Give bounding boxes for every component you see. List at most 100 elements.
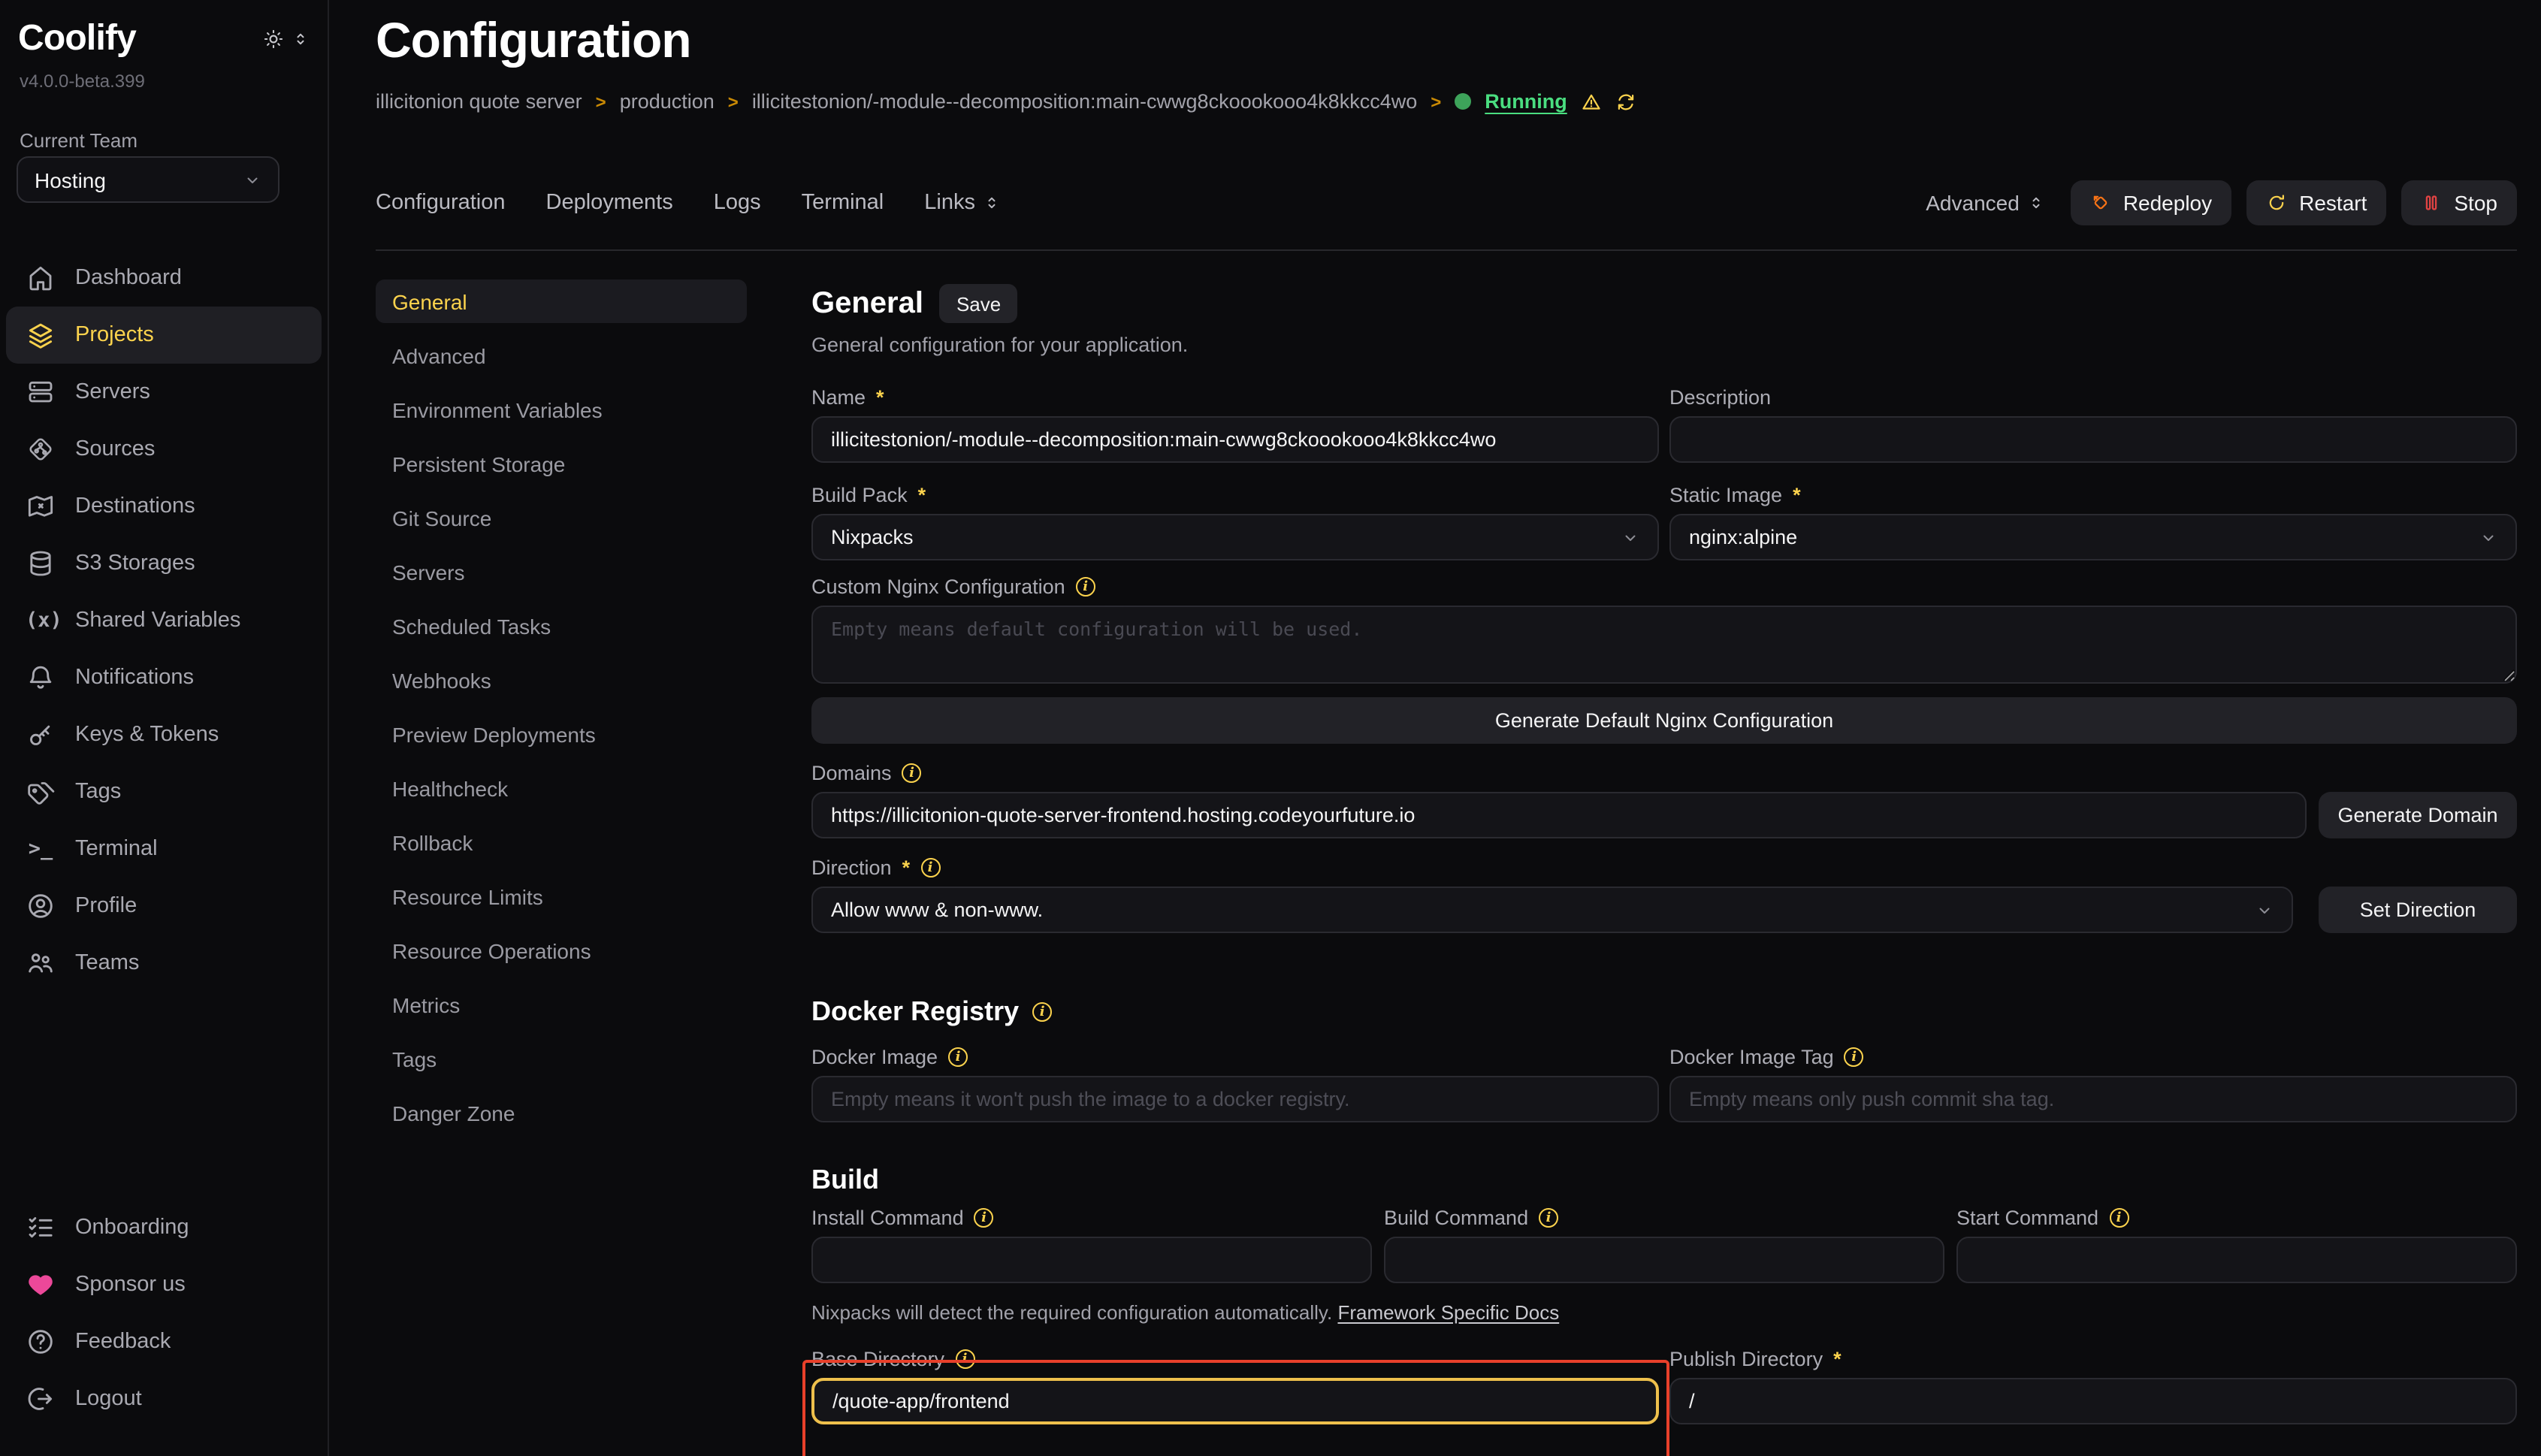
generate-nginx-config-button[interactable]: Generate Default Nginx Configuration: [811, 697, 2517, 744]
info-icon[interactable]: i: [1845, 1047, 1864, 1067]
warning-icon[interactable]: [1581, 91, 1602, 112]
subnav-item-servers[interactable]: Servers: [376, 550, 747, 594]
publish-directory-input[interactable]: [1669, 1378, 2517, 1424]
sidebar-item-profile[interactable]: Profile: [6, 878, 322, 935]
static-image-field-group: Static Image * nginx:alpine: [1669, 484, 2517, 560]
users-icon: [26, 948, 56, 978]
sidebar-item-label: Feedback: [75, 1330, 171, 1354]
tab-logs[interactable]: Logs: [714, 191, 761, 215]
sidebar-item-notifications[interactable]: Notifications: [6, 649, 322, 706]
docker-image-tag-label: Docker Image Tag i: [1669, 1046, 2517, 1068]
start-command-input[interactable]: [1956, 1237, 2517, 1283]
publish-directory-field-group: Publish Directory *: [1669, 1348, 2517, 1424]
build-pack-label: Build Pack *: [811, 484, 1659, 506]
team-select[interactable]: Hosting: [17, 156, 279, 203]
subnav-item-resource-limits[interactable]: Resource Limits: [376, 875, 747, 918]
info-icon[interactable]: i: [1539, 1208, 1558, 1228]
info-icon[interactable]: i: [2109, 1208, 2129, 1228]
restart-button[interactable]: Restart: [2246, 180, 2386, 225]
advanced-menu[interactable]: Advanced: [1926, 191, 2045, 215]
set-direction-button[interactable]: Set Direction: [2319, 887, 2517, 933]
selector-chevrons-icon: [292, 30, 310, 48]
tab-deployments[interactable]: Deployments: [546, 191, 673, 215]
subnav-item-general[interactable]: General: [376, 279, 747, 323]
info-icon[interactable]: i: [974, 1208, 994, 1228]
sidebar-item-label: Profile: [75, 894, 137, 918]
tab-links[interactable]: Links: [924, 191, 1001, 215]
subnav-item-webhooks[interactable]: Webhooks: [376, 658, 747, 702]
sidebar-item-label: Logout: [75, 1387, 142, 1411]
docker-image-input[interactable]: [811, 1076, 1659, 1122]
sidebar-item-keys-tokens[interactable]: Keys & Tokens: [6, 706, 322, 763]
info-icon[interactable]: i: [948, 1047, 968, 1067]
build-command-label: Build Command i: [1384, 1207, 1944, 1229]
subnav-item-git-source[interactable]: Git Source: [376, 496, 747, 539]
name-input[interactable]: [811, 416, 1659, 463]
save-button[interactable]: Save: [940, 284, 1017, 323]
sidebar-item-servers[interactable]: Servers: [6, 364, 322, 421]
subnav-item-resource-operations[interactable]: Resource Operations: [376, 929, 747, 972]
info-icon[interactable]: i: [920, 858, 940, 878]
subnav-item-scheduled-tasks[interactable]: Scheduled Tasks: [376, 604, 747, 648]
sidebar-nav: Dashboard Projects Servers Sources Desti…: [6, 249, 322, 992]
theme-switcher[interactable]: [263, 29, 310, 50]
base-directory-field-group: Base Directory i: [811, 1348, 1659, 1424]
sidebar-item-projects[interactable]: Projects: [6, 307, 322, 364]
base-directory-input[interactable]: [811, 1378, 1659, 1424]
framework-docs-link[interactable]: Framework Specific Docs: [1337, 1301, 1559, 1324]
server-icon: [26, 377, 56, 407]
static-image-select[interactable]: nginx:alpine: [1669, 514, 2517, 560]
sidebar-item-logout[interactable]: Logout: [6, 1370, 322, 1427]
breadcrumb-resource[interactable]: illicitestonion/-module--decomposition:m…: [752, 90, 1417, 113]
help-circle-icon: [26, 1327, 56, 1357]
key-icon: [26, 720, 56, 750]
tab-configuration[interactable]: Configuration: [376, 191, 506, 215]
subnav-item-danger-zone[interactable]: Danger Zone: [376, 1091, 747, 1134]
sidebar-item-onboarding[interactable]: Onboarding: [6, 1199, 322, 1256]
refresh-icon[interactable]: [1615, 91, 1636, 112]
tab-terminal[interactable]: Terminal: [802, 191, 884, 215]
redeploy-button[interactable]: Redeploy: [2071, 180, 2231, 225]
direction-select[interactable]: Allow www & non-www.: [811, 887, 2293, 933]
build-pack-select[interactable]: Nixpacks: [811, 514, 1659, 560]
build-command-input[interactable]: [1384, 1237, 1944, 1283]
sidebar-item-tags[interactable]: Tags: [6, 763, 322, 820]
subnav-item-healthcheck[interactable]: Healthcheck: [376, 766, 747, 810]
subnav-item-persistent-storage[interactable]: Persistent Storage: [376, 442, 747, 485]
description-label: Description: [1669, 386, 2517, 409]
info-icon[interactable]: i: [902, 763, 922, 783]
sidebar-item-sponsor-us[interactable]: Sponsor us: [6, 1256, 322, 1313]
nginx-config-textarea[interactable]: [811, 606, 2517, 684]
status-badge[interactable]: Running: [1485, 90, 1567, 113]
sidebar-item-teams[interactable]: Teams: [6, 935, 322, 992]
chevron-down-icon: [1621, 528, 1639, 546]
install-command-input[interactable]: [811, 1237, 1372, 1283]
subnav-item-rollback[interactable]: Rollback: [376, 820, 747, 864]
subnav-item-metrics[interactable]: Metrics: [376, 983, 747, 1026]
sidebar-item-terminal[interactable]: >_ Terminal: [6, 820, 322, 878]
generate-domain-button[interactable]: Generate Domain: [2319, 792, 2517, 838]
subnav-item-advanced[interactable]: Advanced: [376, 334, 747, 377]
sidebar-item-feedback[interactable]: Feedback: [6, 1313, 322, 1370]
description-input[interactable]: [1669, 416, 2517, 463]
docker-image-tag-input[interactable]: [1669, 1076, 2517, 1122]
sidebar-item-destinations[interactable]: Destinations: [6, 478, 322, 535]
subnav-item-environment-variables[interactable]: Environment Variables: [376, 388, 747, 431]
info-icon[interactable]: i: [1076, 577, 1095, 597]
sidebar-item-label: S3 Storages: [75, 551, 195, 575]
breadcrumb-project[interactable]: illicitonion quote server: [376, 90, 582, 113]
subnav-item-preview-deployments[interactable]: Preview Deployments: [376, 712, 747, 756]
sidebar-item-s3-storages[interactable]: S3 Storages: [6, 535, 322, 592]
subnav-item-tags[interactable]: Tags: [376, 1037, 747, 1080]
info-icon[interactable]: i: [1032, 1002, 1052, 1022]
domains-input[interactable]: [811, 792, 2307, 838]
sidebar-item-dashboard[interactable]: Dashboard: [6, 249, 322, 307]
breadcrumb-environment[interactable]: production: [620, 90, 715, 113]
sidebar-item-shared-variables[interactable]: (x) Shared Variables: [6, 592, 322, 649]
sidebar-item-sources[interactable]: Sources: [6, 421, 322, 478]
tab-links-label: Links: [924, 191, 975, 215]
database-icon: [26, 548, 56, 578]
stop-button[interactable]: Stop: [2401, 180, 2517, 225]
settings-subnav: General Advanced Environment Variables P…: [376, 279, 747, 1145]
info-icon[interactable]: i: [955, 1349, 974, 1369]
